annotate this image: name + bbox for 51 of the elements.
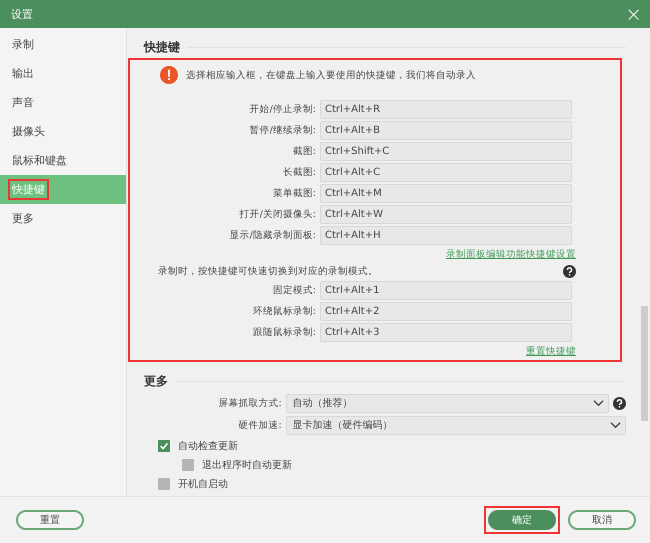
checkbox-label: 退出程序时自动更新 (202, 458, 292, 472)
help-icon[interactable] (613, 396, 626, 410)
dropdown[interactable]: 显卡加速（硬件编码） (286, 416, 626, 434)
sidebar-item[interactable]: 录制 (0, 30, 126, 59)
section-heading: 快捷键 (144, 38, 180, 56)
sidebar-item[interactable]: 声音 (0, 88, 126, 117)
confirm-button[interactable]: 确定 (488, 510, 556, 530)
field-label: 打开/关闭摄像头: (238, 208, 317, 221)
field-label: 开始/停止录制: (248, 103, 317, 116)
hotkey-field[interactable]: Ctrl+Alt+1 (320, 281, 572, 300)
reset-button[interactable]: 重置 (16, 510, 84, 530)
scrollbar-thumb[interactable] (641, 306, 648, 421)
hotkey-field[interactable]: Ctrl+Alt+R (320, 100, 572, 119)
checkbox-label: 自动检查更新 (178, 440, 238, 452)
hotkey-field[interactable]: Ctrl+Alt+C (320, 163, 572, 182)
dropdown[interactable]: 自动（推荐） (286, 394, 610, 412)
sidebar-item[interactable]: 更多 (0, 204, 126, 233)
field-label: 菜单截图: (272, 187, 317, 200)
cancel-button[interactable]: 取消 (568, 510, 636, 530)
notice-text: 选择相应输入框，在键盘上输入要使用的快捷键，我们将自动录入 (186, 68, 476, 82)
field-label: 截图: (292, 145, 317, 158)
field-label: 硬件加速: (237, 418, 282, 432)
sidebar-item[interactable]: 鼠标和键盘 (0, 146, 126, 175)
field-label: 暂停/继续录制: (248, 124, 317, 137)
hotkey-field[interactable]: Ctrl+Alt+B (320, 121, 572, 140)
hotkey-field[interactable]: Ctrl+Alt+M (320, 184, 572, 203)
close-button[interactable]: × (625, 4, 642, 24)
field-label: 跟随鼠标录制: (252, 326, 317, 339)
chevron-down-icon (610, 421, 621, 429)
checkbox[interactable] (182, 458, 194, 470)
field-label: 长截图: (282, 166, 317, 179)
mode-note: 录制时，按快捷键可快速切换到对应的录制模式。 (158, 264, 378, 278)
checkbox[interactable] (158, 440, 170, 452)
section-heading: 更多 (144, 372, 168, 390)
checkbox[interactable] (158, 478, 170, 490)
help-icon[interactable] (563, 264, 576, 278)
hotkey-field[interactable]: Ctrl+Alt+2 (320, 302, 572, 321)
hotkey-field[interactable]: Ctrl+Alt+W (320, 205, 572, 224)
field-label: 显示/隐藏录制面板: (228, 229, 317, 242)
window-title: 设置 (11, 6, 33, 22)
sidebar-item[interactable]: 输出 (0, 59, 126, 88)
hotkey-field[interactable]: Ctrl+Shift+C (320, 142, 572, 161)
hotkey-field[interactable]: Ctrl+Alt+3 (320, 323, 572, 342)
hotkey-field[interactable]: Ctrl+Alt+H (320, 226, 572, 245)
field-label: 固定模式: (272, 284, 317, 297)
warning-icon (160, 66, 178, 84)
checkbox-label: 开机自启动 (178, 478, 228, 490)
field-label: 屏幕抓取方式: (217, 396, 282, 410)
field-label: 环绕鼠标录制: (252, 305, 317, 318)
chevron-down-icon (593, 399, 604, 407)
sidebar-item[interactable]: 摄像头 (0, 117, 126, 146)
